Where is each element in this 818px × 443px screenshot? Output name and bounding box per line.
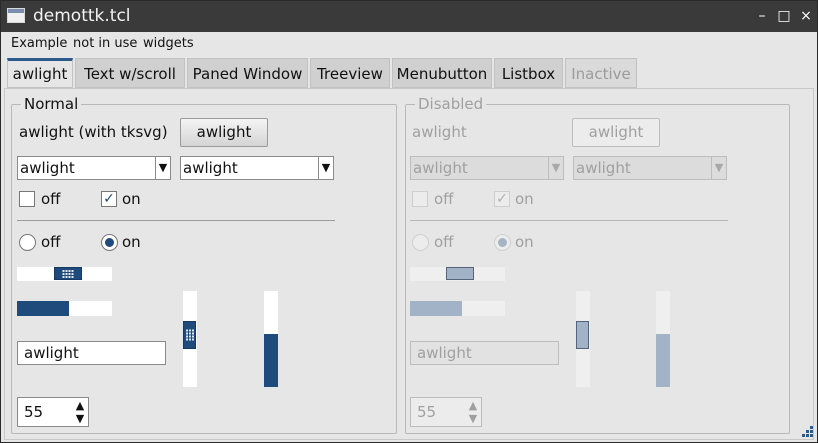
- spin-up-icon: ▲: [468, 399, 478, 412]
- title-bar[interactable]: demottk.tcl – □ ×: [1, 1, 817, 32]
- tab-menubutton[interactable]: Menubutton: [392, 58, 492, 88]
- disabled-checkbox-off-label: off: [434, 190, 454, 208]
- window-title: demottk.tcl: [33, 6, 131, 26]
- disabled-button: awlight: [572, 118, 660, 147]
- menu-bar: Example not in use widgets: [1, 32, 817, 54]
- combobox-value: awlight: [20, 159, 75, 177]
- disabled-checkbox-off: [412, 191, 428, 207]
- disabled-checkbox-on: ✓: [494, 191, 510, 207]
- disabled-checkbox-on-label: on: [515, 190, 534, 208]
- spinbox-value: 55: [417, 403, 437, 421]
- minimize-button[interactable]: –: [753, 7, 771, 25]
- disabled-radio-off: [412, 234, 429, 251]
- tab-paned-window[interactable]: Paned Window: [187, 58, 308, 88]
- disabled-spinbox: 55 ▲ ▼: [410, 397, 482, 427]
- normal-button[interactable]: awlight: [180, 118, 268, 147]
- menu-example[interactable]: Example: [11, 36, 67, 51]
- app-window: demottk.tcl – □ × Example not in use wid…: [0, 0, 818, 443]
- normal-checkbox-off-label: off: [41, 190, 61, 208]
- menu-not-in-use[interactable]: not in use: [73, 36, 137, 51]
- normal-checkbox-on-label: on: [122, 190, 141, 208]
- normal-combobox-1[interactable]: awlight ▼: [17, 156, 171, 180]
- tab-treeview[interactable]: Treeview: [310, 58, 390, 88]
- maximize-button[interactable]: □: [775, 7, 793, 25]
- disabled-hscale-slider: [446, 267, 474, 280]
- disabled-vscale-slider: [576, 321, 589, 349]
- tab-awlight[interactable]: awlight: [7, 58, 73, 88]
- disabled-hprogress: [410, 301, 505, 316]
- disabled-label: awlight: [412, 123, 467, 141]
- normal-vprogress-fill: [264, 334, 278, 387]
- disabled-radio-on-label: on: [515, 233, 534, 251]
- chevron-down-icon[interactable]: ▼: [318, 157, 333, 179]
- normal-vscale-slider[interactable]: [183, 321, 196, 349]
- normal-entry[interactable]: awlight: [17, 341, 166, 365]
- combobox-value: awlight: [576, 159, 631, 177]
- normal-separator: [17, 220, 335, 221]
- normal-vscale[interactable]: [183, 291, 197, 387]
- spin-down-icon: ▼: [468, 412, 478, 425]
- spin-up-icon[interactable]: ▲: [73, 399, 87, 412]
- tab-listbox[interactable]: Listbox: [494, 58, 563, 88]
- chevron-down-icon: ▼: [548, 157, 563, 179]
- normal-spinbox[interactable]: 55 ▲ ▼: [17, 397, 89, 427]
- normal-vprogress: [264, 291, 278, 387]
- combobox-value: awlight: [413, 159, 468, 177]
- normal-checkbox-off[interactable]: [19, 191, 35, 207]
- disabled-combobox-2: awlight ▼: [573, 156, 727, 180]
- normal-hprogress-fill: [17, 301, 70, 316]
- disabled-vprogress: [656, 291, 670, 387]
- disabled-frame-title: Disabled: [415, 95, 487, 113]
- normal-frame-title: Normal: [21, 95, 82, 113]
- chevron-down-icon[interactable]: ▼: [155, 157, 170, 179]
- tab-inactive: Inactive: [565, 58, 637, 88]
- disabled-vscale: [576, 291, 590, 387]
- menu-widgets[interactable]: widgets: [143, 36, 194, 51]
- resize-grip-icon[interactable]: [801, 426, 813, 438]
- normal-hscale-slider[interactable]: [54, 267, 82, 280]
- normal-label: awlight (with tksvg): [19, 123, 168, 141]
- disabled-separator: [410, 220, 728, 221]
- normal-radio-off[interactable]: [19, 234, 36, 251]
- normal-hscale[interactable]: [17, 267, 112, 281]
- window-icon: [7, 8, 25, 23]
- normal-hprogress: [17, 301, 112, 316]
- combobox-value: awlight: [183, 159, 238, 177]
- disabled-radio-off-label: off: [434, 233, 454, 251]
- normal-checkbox-on[interactable]: ✓: [101, 191, 117, 207]
- disabled-hprogress-fill: [410, 301, 463, 316]
- disabled-radio-on: [494, 234, 511, 251]
- close-button[interactable]: ×: [797, 7, 815, 25]
- spinbox-value: 55: [24, 403, 44, 421]
- tab-text-scroll[interactable]: Text w/scroll: [75, 58, 185, 88]
- normal-radio-on[interactable]: [101, 234, 118, 251]
- check-icon: ✓: [496, 191, 508, 207]
- check-icon: ✓: [103, 191, 115, 207]
- disabled-vprogress-fill: [656, 334, 670, 387]
- disabled-entry: awlight: [410, 341, 559, 365]
- normal-radio-off-label: off: [41, 233, 61, 251]
- chevron-down-icon: ▼: [711, 157, 726, 179]
- disabled-combobox-1: awlight ▼: [410, 156, 564, 180]
- disabled-hscale: [410, 267, 505, 281]
- normal-radio-on-label: on: [122, 233, 141, 251]
- spin-down-icon[interactable]: ▼: [73, 412, 87, 425]
- normal-combobox-2[interactable]: awlight ▼: [180, 156, 334, 180]
